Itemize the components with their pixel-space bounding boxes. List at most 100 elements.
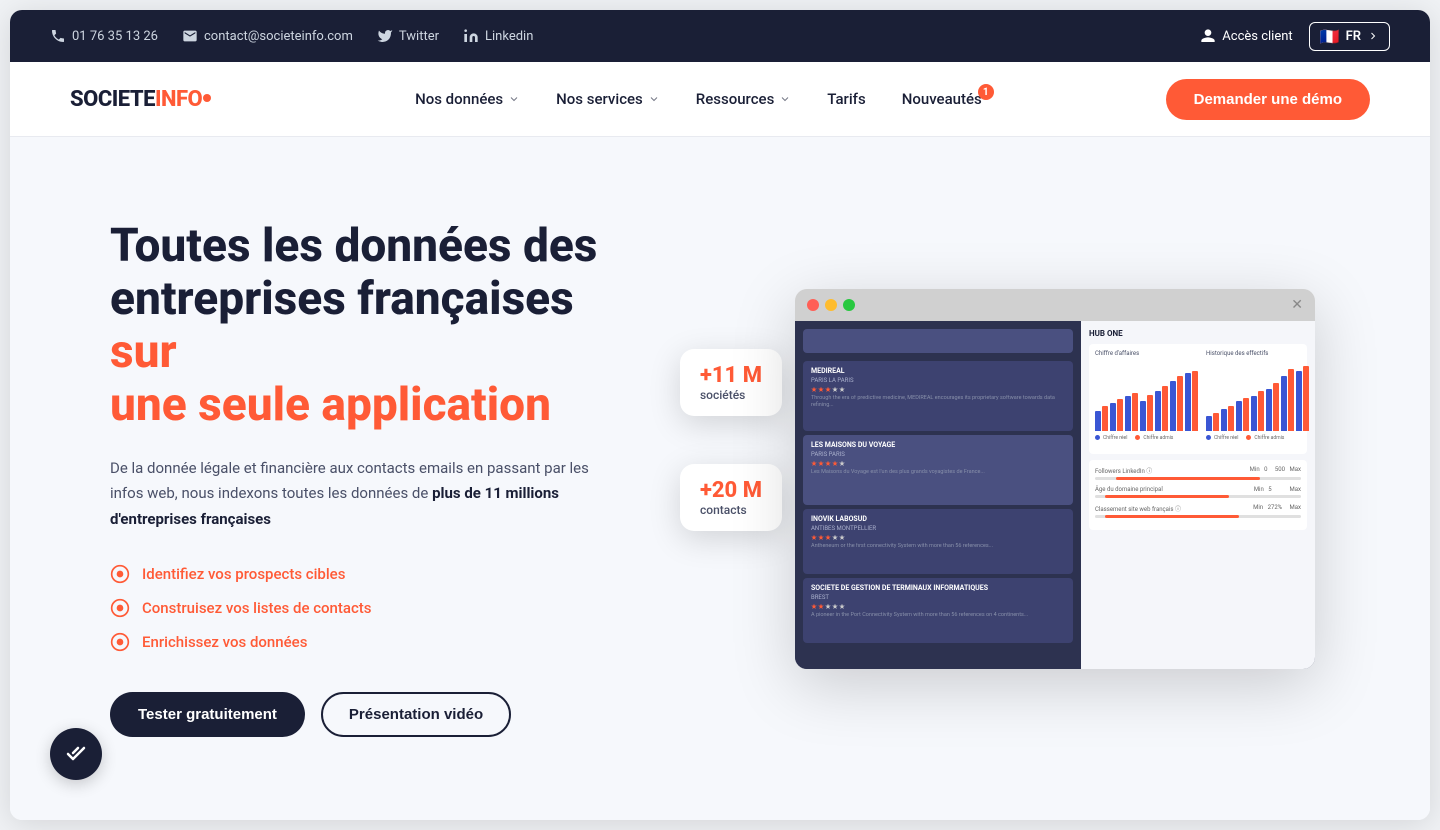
feature-item-3: Enrichissez vos données — [110, 632, 650, 652]
stat-label-societies: sociétés — [700, 388, 762, 402]
hero-description: De la donnée légale et financière aux co… — [110, 456, 590, 533]
twitter-link[interactable]: Twitter — [377, 28, 439, 44]
filter-web-ranking: Classement site web français ⓘ Min 272% … — [1095, 504, 1301, 518]
circle-dot-icon — [110, 598, 130, 618]
slider-fill — [1105, 515, 1239, 518]
stat-bubble-contacts: +20 M contacts — [680, 464, 782, 531]
company-item-sgte: SOCIETE DE GESTION DE TERMINAUX INFORMAT… — [803, 578, 1073, 643]
logo-dot — [203, 94, 211, 102]
hero-section: Toutes les données des entreprises franç… — [10, 137, 1430, 820]
chevron-down-icon — [648, 93, 660, 105]
nav-item-nouveautes[interactable]: Nouveautés 1 — [888, 82, 996, 116]
try-free-button[interactable]: Tester gratuitement — [110, 692, 305, 737]
chat-widget[interactable] — [50, 728, 102, 780]
hero-left: Toutes les données des entreprises franç… — [110, 220, 650, 737]
nav-item-nos-services[interactable]: Nos services — [542, 82, 674, 116]
close-x: ✕ — [1291, 297, 1303, 313]
filter-domain-age: Âge du domaine principal Min 5 Max — [1095, 486, 1301, 498]
company-rating — [811, 387, 1065, 393]
filter-values: Min 0 500 Max — [1250, 466, 1301, 475]
video-presentation-button[interactable]: Présentation vidéo — [321, 692, 511, 737]
logo[interactable]: SOCIETEINFO — [70, 87, 211, 112]
linkedin-icon — [463, 28, 479, 44]
nav-item-ressources[interactable]: Ressources — [682, 82, 806, 116]
flag-emoji: 🇫🇷 — [1320, 27, 1340, 46]
company-desc: Les Maisons du Voyage est l'un des plus … — [811, 469, 1065, 477]
company-location: BREST — [811, 594, 1065, 601]
filter-label: Classement site web français ⓘ Min 272% … — [1095, 504, 1301, 513]
access-client-text: Accès client — [1222, 29, 1292, 44]
company-name: SOCIETE DE GESTION DE TERMINAUX INFORMAT… — [811, 584, 1065, 592]
filter-values: Min 5 Max — [1254, 486, 1301, 493]
stat-number-contacts: +20 M — [700, 478, 762, 503]
company-rating — [811, 604, 1065, 610]
logo-prefix: SOCIETE — [70, 87, 155, 112]
slider-track — [1095, 477, 1301, 480]
chart-title-effectifs: Historique des effectifs — [1206, 350, 1309, 357]
legend-label: Chiffre réel — [1214, 435, 1238, 441]
phone-icon — [50, 28, 66, 44]
company-item-medireal: MEDIREAL PARIS LA PARIS Through the era … — [803, 361, 1073, 431]
company-item-inovik: INOVIK LABOSUD ANTIBES MONTPELLIER Anthe… — [803, 509, 1073, 574]
feature-item-1: Identifiez vos prospects cibles — [110, 564, 650, 584]
company-name: MEDIREAL — [811, 367, 1065, 375]
filter-linkedin: Followers LinkedIn ⓘ Min 0 500 Max — [1095, 466, 1301, 480]
demo-button[interactable]: Demander une démo — [1166, 79, 1370, 120]
email-link[interactable]: contact@societeinfo.com — [182, 28, 353, 44]
nav-links: Nos données Nos services Ressources Tari… — [271, 82, 1125, 116]
access-client-link[interactable]: Accès client — [1200, 28, 1292, 44]
mockup-titlebar: ✕ — [795, 289, 1315, 321]
check-check-icon — [64, 742, 88, 766]
company-rating — [811, 535, 1065, 541]
filter-panel: Followers LinkedIn ⓘ Min 0 500 Max Âge — [1089, 460, 1307, 530]
linkedin-link[interactable]: Linkedin — [463, 28, 533, 44]
slider-fill — [1105, 495, 1229, 498]
detail-company-name: HUB ONE — [1089, 329, 1307, 338]
dashboard-mockup: ✕ MEDIREAL PARIS LA PARIS — [795, 289, 1315, 669]
chart-title-revenue: Chiffre d'affaires — [1095, 350, 1198, 357]
stat-label-contacts: contacts — [700, 503, 762, 517]
stat-bubble-societies: +11 M sociétés — [680, 349, 782, 416]
hero-right: +11 M sociétés +20 M contacts ✕ — [710, 289, 1350, 669]
close-dot — [807, 299, 819, 311]
nav-item-tarifs[interactable]: Tarifs — [813, 82, 879, 116]
filter-name: Classement site web français ⓘ — [1095, 504, 1181, 513]
chevron-right-icon — [1367, 30, 1379, 42]
slider-track — [1095, 495, 1301, 498]
slider-track — [1095, 515, 1301, 518]
revenue-chart: Chiffre d'affaires — [1089, 344, 1307, 454]
page-wrapper: 01 76 35 13 26 contact@societeinfo.com T… — [10, 10, 1430, 820]
nouveautes-badge: 1 — [978, 84, 994, 100]
company-name: LES MAISONS DU VOYAGE — [811, 441, 1065, 449]
chevron-down-icon — [779, 93, 791, 105]
filter-label: Âge du domaine principal Min 5 Max — [1095, 486, 1301, 493]
top-bar: 01 76 35 13 26 contact@societeinfo.com T… — [10, 10, 1430, 62]
language-selector[interactable]: 🇫🇷 FR — [1309, 22, 1390, 51]
expand-dot — [843, 299, 855, 311]
company-name: INOVIK LABOSUD — [811, 515, 1065, 523]
legend-label: Chiffre réel — [1103, 435, 1127, 441]
minimize-dot — [825, 299, 837, 311]
twitter-text: Twitter — [399, 29, 439, 44]
circle-dot-icon — [110, 564, 130, 584]
chevron-down-icon — [508, 93, 520, 105]
nav-item-nos-donnees[interactable]: Nos données — [401, 82, 534, 116]
filter-name: Âge du domaine principal — [1095, 486, 1163, 493]
hero-features-list: Identifiez vos prospects cibles Construi… — [110, 564, 650, 652]
company-list-panel: MEDIREAL PARIS LA PARIS Through the era … — [795, 321, 1081, 669]
linkedin-text: Linkedin — [485, 29, 533, 44]
company-rating — [811, 461, 1065, 467]
top-bar-left: 01 76 35 13 26 contact@societeinfo.com T… — [50, 28, 1172, 44]
email-icon — [182, 28, 198, 44]
mockup-search-bar — [803, 329, 1073, 353]
company-location: PARIS PARIS — [811, 451, 1065, 458]
company-detail-panel: HUB ONE Chiffre d'affaires — [1081, 321, 1315, 669]
phone-text: 01 76 35 13 26 — [72, 29, 158, 44]
hero-title: Toutes les données des entreprises franç… — [110, 220, 650, 432]
phone-link[interactable]: 01 76 35 13 26 — [50, 28, 158, 44]
circle-dot-icon — [110, 632, 130, 652]
user-icon — [1200, 28, 1216, 44]
feature-item-2: Construisez vos listes de contacts — [110, 598, 650, 618]
mockup-body: MEDIREAL PARIS LA PARIS Through the era … — [795, 321, 1315, 669]
company-item-maisons-voyage: LES MAISONS DU VOYAGE PARIS PARIS Les Ma… — [803, 435, 1073, 505]
